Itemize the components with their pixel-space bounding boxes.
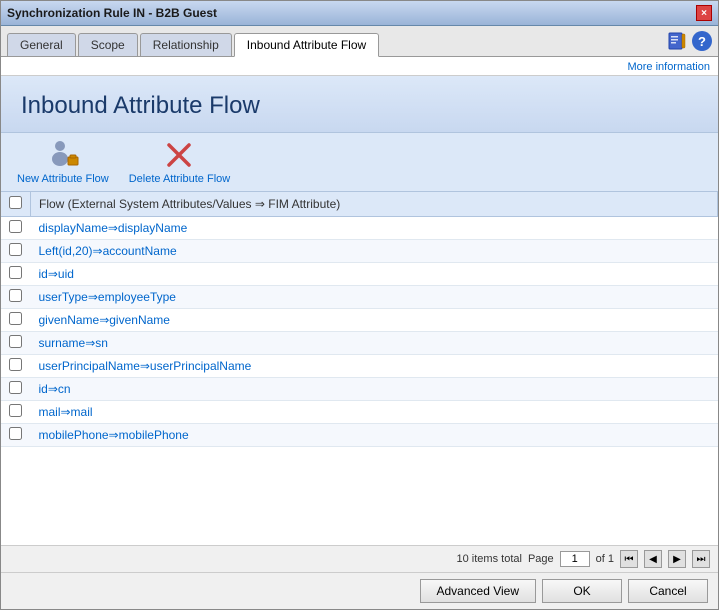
row-flow-cell: givenName⇒givenName: [31, 309, 718, 332]
row-flow-cell: mail⇒mail: [31, 401, 718, 424]
row-checkbox[interactable]: [9, 220, 22, 233]
new-flow-icon: [47, 139, 79, 171]
page-title: Inbound Attribute Flow: [21, 92, 698, 120]
tab-relationship[interactable]: Relationship: [140, 33, 232, 56]
flow-column-header: Flow (External System Attributes/Values …: [31, 192, 718, 217]
row-flow-link[interactable]: mail⇒mail: [39, 405, 93, 419]
row-flow-link[interactable]: givenName⇒givenName: [39, 313, 170, 327]
more-info-link[interactable]: More information: [627, 61, 710, 73]
row-checkbox-cell: [1, 263, 31, 286]
table-row: userPrincipalName⇒userPrincipalName: [1, 355, 718, 378]
ok-button[interactable]: OK: [542, 579, 622, 603]
row-checkbox-cell: [1, 286, 31, 309]
row-flow-cell: userType⇒employeeType: [31, 286, 718, 309]
row-flow-cell: Left(id,20)⇒accountName: [31, 240, 718, 263]
attribute-flow-table: Flow (External System Attributes/Values …: [1, 192, 718, 447]
select-all-checkbox[interactable]: [9, 196, 22, 209]
row-checkbox[interactable]: [9, 243, 22, 256]
row-flow-cell: mobilePhone⇒mobilePhone: [31, 424, 718, 447]
items-total: 10 items total: [457, 553, 522, 565]
book-icon[interactable]: [666, 30, 688, 52]
row-checkbox-cell: [1, 332, 31, 355]
table-row: userType⇒employeeType: [1, 286, 718, 309]
delete-flow-label[interactable]: Delete Attribute Flow: [129, 173, 231, 185]
row-checkbox-cell: [1, 424, 31, 447]
help-icon[interactable]: ?: [692, 31, 712, 51]
close-button[interactable]: ×: [696, 5, 712, 21]
row-checkbox[interactable]: [9, 381, 22, 394]
row-checkbox[interactable]: [9, 335, 22, 348]
row-checkbox[interactable]: [9, 427, 22, 440]
row-flow-cell: displayName⇒displayName: [31, 217, 718, 240]
row-flow-link[interactable]: surname⇒sn: [39, 336, 108, 350]
row-checkbox-cell: [1, 355, 31, 378]
footer-pagination: 10 items total Page of 1 ⏮ ◀ ▶ ⏭: [1, 545, 718, 572]
row-flow-link[interactable]: userType⇒employeeType: [39, 290, 176, 304]
last-page-button[interactable]: ⏭: [692, 550, 710, 568]
table-row: id⇒cn: [1, 378, 718, 401]
page-title-area: Inbound Attribute Flow: [1, 76, 718, 133]
row-checkbox-cell: [1, 217, 31, 240]
row-flow-link[interactable]: Left(id,20)⇒accountName: [39, 244, 177, 258]
page-number-input[interactable]: [560, 551, 590, 567]
row-flow-link[interactable]: id⇒uid: [39, 267, 74, 281]
row-checkbox[interactable]: [9, 312, 22, 325]
row-checkbox[interactable]: [9, 289, 22, 302]
tab-general[interactable]: General: [7, 33, 76, 56]
advanced-view-button[interactable]: Advanced View: [420, 579, 537, 603]
page-label: Page: [528, 553, 554, 565]
table-row: id⇒uid: [1, 263, 718, 286]
cancel-button[interactable]: Cancel: [628, 579, 708, 603]
window-title: Synchronization Rule IN - B2B Guest: [7, 6, 217, 20]
row-checkbox-cell: [1, 401, 31, 424]
new-flow-label[interactable]: New Attribute Flow: [17, 173, 109, 185]
checkbox-header: [1, 192, 31, 217]
row-checkbox-cell: [1, 309, 31, 332]
table-row: mobilePhone⇒mobilePhone: [1, 424, 718, 447]
delete-attribute-flow-button[interactable]: Delete Attribute Flow: [129, 139, 231, 185]
more-info-bar: More information: [1, 57, 718, 76]
row-flow-cell: userPrincipalName⇒userPrincipalName: [31, 355, 718, 378]
delete-flow-icon: [163, 139, 195, 171]
first-page-button[interactable]: ⏮: [620, 550, 638, 568]
row-checkbox[interactable]: [9, 404, 22, 417]
tabs-container: General Scope Relationship Inbound Attri…: [7, 33, 379, 56]
content-area: More information Inbound Attribute Flow …: [1, 57, 718, 572]
title-bar: Synchronization Rule IN - B2B Guest ×: [1, 1, 718, 26]
table-row: displayName⇒displayName: [1, 217, 718, 240]
prev-page-button[interactable]: ◀: [644, 550, 662, 568]
table-row: Left(id,20)⇒accountName: [1, 240, 718, 263]
row-flow-link[interactable]: mobilePhone⇒mobilePhone: [39, 428, 189, 442]
tab-scope[interactable]: Scope: [78, 33, 138, 56]
tab-inbound[interactable]: Inbound Attribute Flow: [234, 33, 379, 57]
table-row: givenName⇒givenName: [1, 309, 718, 332]
bottom-bar: Advanced View OK Cancel: [1, 572, 718, 609]
row-checkbox-cell: [1, 240, 31, 263]
table-row: surname⇒sn: [1, 332, 718, 355]
table-area: Flow (External System Attributes/Values …: [1, 192, 718, 545]
row-checkbox[interactable]: [9, 358, 22, 371]
row-checkbox-cell: [1, 378, 31, 401]
next-page-button[interactable]: ▶: [668, 550, 686, 568]
row-flow-link[interactable]: id⇒cn: [39, 382, 71, 396]
of-label: of 1: [596, 553, 614, 565]
row-flow-link[interactable]: displayName⇒displayName: [39, 221, 188, 235]
main-window: Synchronization Rule IN - B2B Guest × Ge…: [0, 0, 719, 610]
row-flow-cell: surname⇒sn: [31, 332, 718, 355]
row-flow-link[interactable]: userPrincipalName⇒userPrincipalName: [39, 359, 252, 373]
new-attribute-flow-button[interactable]: New Attribute Flow: [17, 139, 109, 185]
toolbar-area: New Attribute Flow Delete Attribute Flow: [1, 133, 718, 192]
row-flow-cell: id⇒uid: [31, 263, 718, 286]
tab-bar: General Scope Relationship Inbound Attri…: [1, 26, 718, 57]
row-checkbox[interactable]: [9, 266, 22, 279]
table-row: mail⇒mail: [1, 401, 718, 424]
tab-icons: ?: [666, 30, 712, 56]
row-flow-cell: id⇒cn: [31, 378, 718, 401]
